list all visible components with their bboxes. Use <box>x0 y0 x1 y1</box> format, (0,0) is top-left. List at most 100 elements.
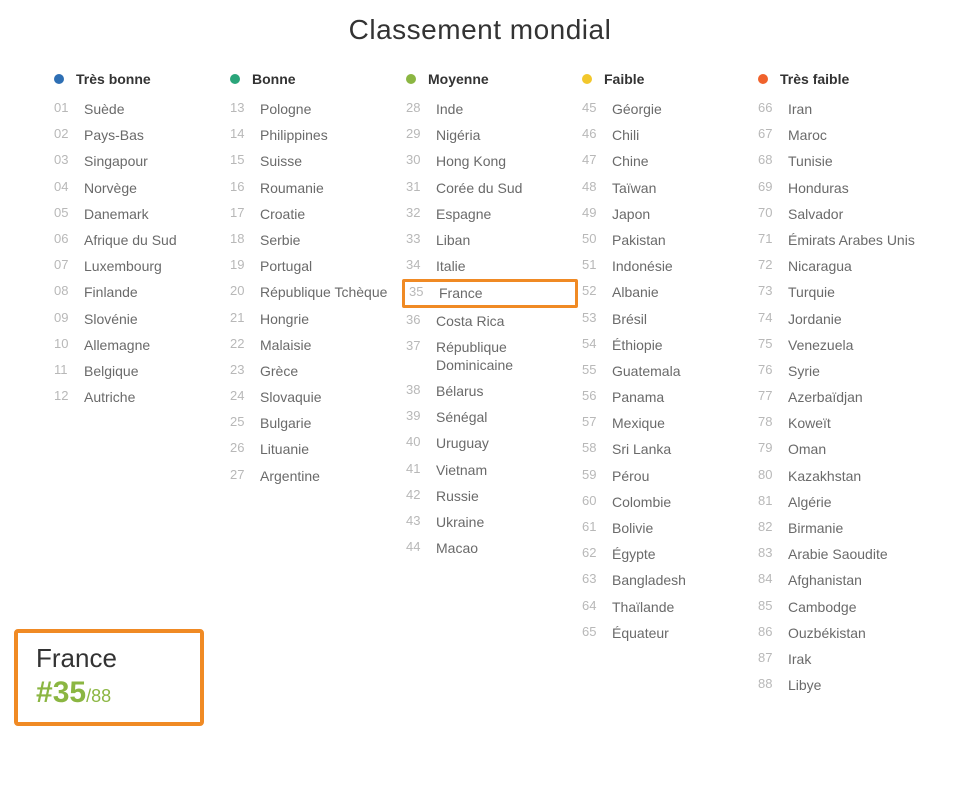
ranking-row: 04Norvège <box>54 175 220 201</box>
country-name: Syrie <box>782 362 820 380</box>
country-name: Singapour <box>78 152 148 170</box>
ranking-row: 61Bolivie <box>582 515 748 541</box>
rank-number: 88 <box>758 676 782 693</box>
category-header: Très faible <box>758 68 924 90</box>
rank-number: 41 <box>406 461 430 478</box>
country-name: Macao <box>430 539 478 557</box>
country-name: Pologne <box>254 100 311 118</box>
ranking-row: 80Kazakhstan <box>758 463 924 489</box>
country-name: Éthiopie <box>606 336 663 354</box>
ranking-row: 72Nicaragua <box>758 253 924 279</box>
rank-number: 55 <box>582 362 606 379</box>
country-name: Tunisie <box>782 152 833 170</box>
rank-number: 10 <box>54 336 78 353</box>
rank-number: 45 <box>582 100 606 117</box>
country-name: Lituanie <box>254 440 309 458</box>
country-name: Iran <box>782 100 812 118</box>
ranking-row: 20République Tchèque <box>230 279 396 305</box>
ranking-row: 18Serbie <box>230 227 396 253</box>
category-label: Très bonne <box>76 71 151 87</box>
ranking-row: 27Argentine <box>230 463 396 489</box>
ranking-row: 41Vietnam <box>406 457 572 483</box>
rank-number: 84 <box>758 571 782 588</box>
ranking-row: 16Roumanie <box>230 175 396 201</box>
country-name: Pakistan <box>606 231 666 249</box>
country-name: Géorgie <box>606 100 662 118</box>
rank-number: 50 <box>582 231 606 248</box>
callout-rank-line: #35/88 <box>36 676 182 710</box>
ranking-row: 59Pérou <box>582 463 748 489</box>
rank-number: 17 <box>230 205 254 222</box>
country-name: Belgique <box>78 362 139 380</box>
ranking-row: 63Bangladesh <box>582 567 748 593</box>
country-name: Birmanie <box>782 519 843 537</box>
rank-number: 53 <box>582 310 606 327</box>
ranking-row: 08Finlande <box>54 279 220 305</box>
country-name: Portugal <box>254 257 312 275</box>
rank-number: 38 <box>406 382 430 399</box>
ranking-row: 05Danemark <box>54 201 220 227</box>
rank-number: 75 <box>758 336 782 353</box>
ranking-row: 66Iran <box>758 96 924 122</box>
rank-number: 24 <box>230 388 254 405</box>
country-name: Allemagne <box>78 336 150 354</box>
country-name: Égypte <box>606 545 656 563</box>
ranking-row: 54Éthiopie <box>582 332 748 358</box>
country-name: République Dominicaine <box>430 338 572 374</box>
rank-number: 54 <box>582 336 606 353</box>
rank-number: 43 <box>406 513 430 530</box>
country-name: Azerbaïdjan <box>782 388 863 406</box>
category-dot-icon <box>406 74 416 84</box>
country-name: Danemark <box>78 205 149 223</box>
country-name: Pérou <box>606 467 649 485</box>
rank-number: 85 <box>758 598 782 615</box>
ranking-row: 56Panama <box>582 384 748 410</box>
category-header: Faible <box>582 68 748 90</box>
category-label: Moyenne <box>428 71 489 87</box>
ranking-row: 77Azerbaïdjan <box>758 384 924 410</box>
rank-number: 77 <box>758 388 782 405</box>
ranking-row: 73Turquie <box>758 279 924 305</box>
rank-number: 35 <box>409 284 433 301</box>
country-name: Thaïlande <box>606 598 674 616</box>
rank-number: 25 <box>230 414 254 431</box>
ranking-row: 79Oman <box>758 436 924 462</box>
country-name: Sri Lanka <box>606 440 671 458</box>
rank-number: 60 <box>582 493 606 510</box>
ranking-row: 87Irak <box>758 646 924 672</box>
rank-number: 27 <box>230 467 254 484</box>
rank-number: 61 <box>582 519 606 536</box>
category-header: Très bonne <box>54 68 220 90</box>
country-name: Russie <box>430 487 479 505</box>
country-name: Bolivie <box>606 519 653 537</box>
country-name: Espagne <box>430 205 491 223</box>
category-header: Moyenne <box>406 68 572 90</box>
country-name: Costa Rica <box>430 312 504 330</box>
country-name: Chine <box>606 152 649 170</box>
country-name: Hongrie <box>254 310 309 328</box>
ranking-row: 24Slovaquie <box>230 384 396 410</box>
ranking-row: 68Tunisie <box>758 148 924 174</box>
ranking-row: 43Ukraine <box>406 509 572 535</box>
rank-number: 81 <box>758 493 782 510</box>
rank-number: 70 <box>758 205 782 222</box>
callout-box: France #35/88 <box>14 629 204 726</box>
country-name: Suisse <box>254 152 302 170</box>
ranking-row: 19Portugal <box>230 253 396 279</box>
country-name: Hong Kong <box>430 152 506 170</box>
ranking-row: 57Mexique <box>582 410 748 436</box>
country-name: Arabie Saoudite <box>782 545 888 563</box>
country-name: Équateur <box>606 624 669 642</box>
country-name: Vietnam <box>430 461 487 479</box>
ranking-row: 25Bulgarie <box>230 410 396 436</box>
category-dot-icon <box>54 74 64 84</box>
country-name: Mexique <box>606 414 665 432</box>
country-name: Colombie <box>606 493 671 511</box>
rank-number: 66 <box>758 100 782 117</box>
ranking-row: 29Nigéria <box>406 122 572 148</box>
country-name: Japon <box>606 205 650 223</box>
ranking-column: Très bonne01Suède02Pays-Bas03Singapour04… <box>54 68 230 698</box>
rank-number: 12 <box>54 388 78 405</box>
country-name: Oman <box>782 440 826 458</box>
country-name: Panama <box>606 388 664 406</box>
